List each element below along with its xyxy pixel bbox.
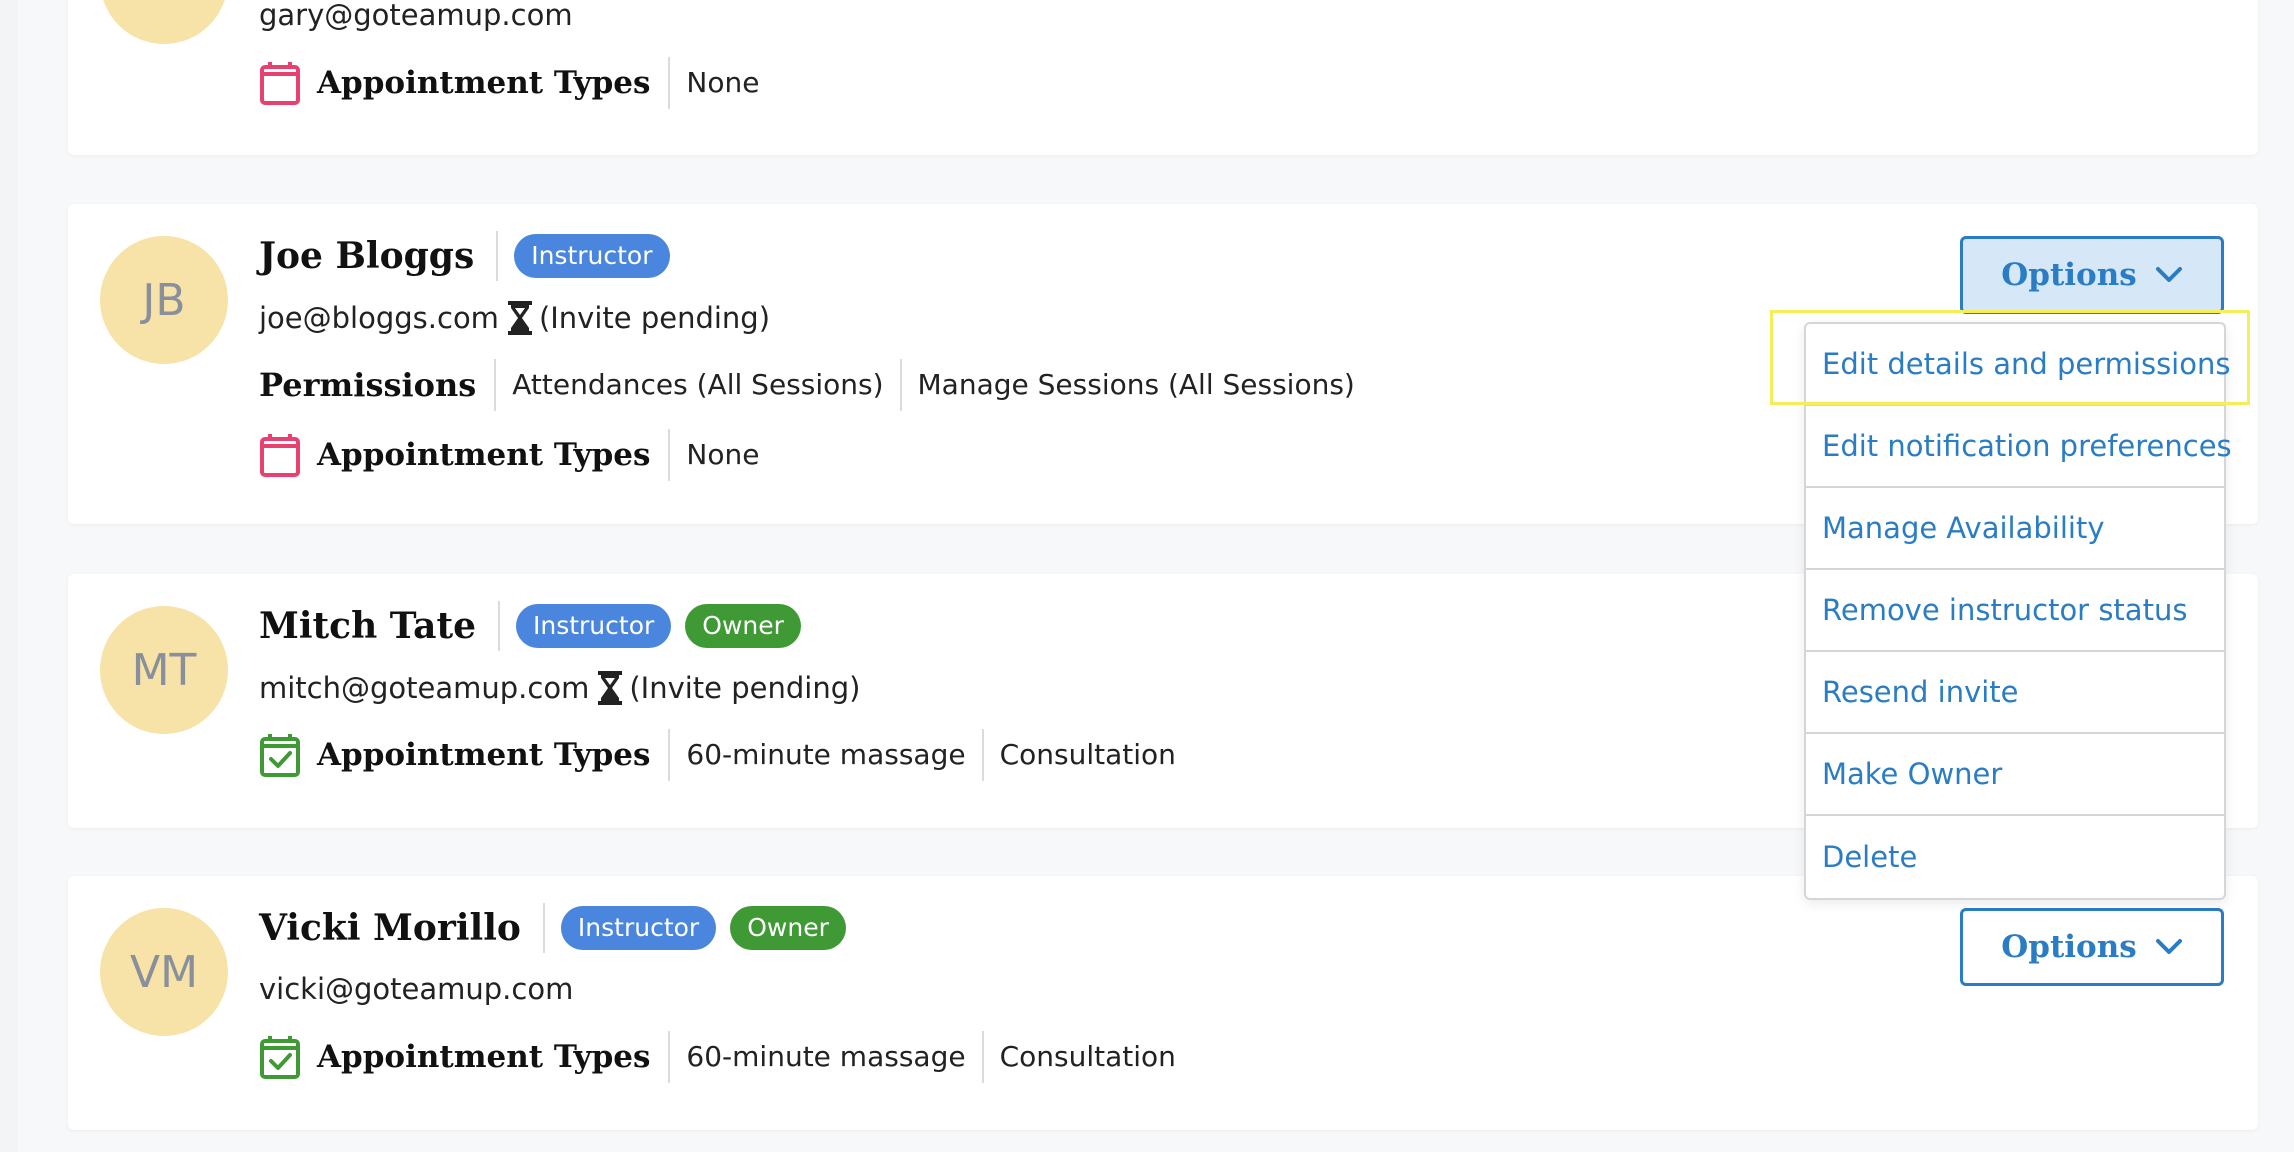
menu-item-remove-instructor[interactable]: Remove instructor status (1806, 570, 2224, 652)
name-row: Vicki Morillo Instructor Owner (259, 902, 860, 954)
email-text: joe@bloggs.com (259, 301, 499, 335)
page: GC gary@goteamup.com Appointment Types N… (18, 0, 2294, 1152)
menu-item-delete[interactable]: Delete (1806, 816, 2224, 898)
permissions-label: Permissions (259, 359, 497, 411)
appointment-types-row: Appointment Types 60-minute massage Cons… (259, 729, 1208, 781)
options-dropdown-menu: Edit details and permissions Edit notifi… (1804, 322, 2232, 900)
member-name: Joe Bloggs (259, 231, 499, 281)
permission-value: Manage Sessions (All Sessions) (917, 368, 1355, 401)
hourglass-icon (507, 301, 532, 335)
calendar-icon (260, 62, 300, 105)
appointment-type-value: None (686, 438, 760, 471)
appointment-types-row: Appointment Types 60-minute massage Cons… (259, 1031, 1208, 1083)
avatar: JB (100, 236, 228, 364)
hourglass-icon (598, 671, 623, 705)
permission-value: Attendances (All Sessions) (512, 359, 902, 411)
chevron-down-icon (2155, 939, 2182, 954)
member-card-vicki-morillo: VM Vicki Morillo Instructor Owner vicki@… (68, 876, 2258, 1130)
avatar: GC (100, 0, 228, 44)
instructor-badge: Instructor (560, 906, 717, 950)
avatar: VM (100, 908, 228, 1036)
permissions-row: Permissions Attendances (All Sessions) M… (259, 359, 1387, 411)
appointment-types-label: Appointment Types (317, 729, 671, 781)
appointment-type-value: Consultation (999, 738, 1176, 771)
instructor-badge: Instructor (515, 604, 672, 648)
member-email: vicki@goteamup.com (259, 972, 573, 1006)
menu-item-resend-invite[interactable]: Resend invite (1806, 652, 2224, 734)
member-email: mitch@goteamup.com (Invite pending) (259, 670, 860, 706)
invite-status: (Invite pending) (538, 301, 771, 335)
email-text: gary@goteamup.com (259, 0, 573, 32)
appointment-type-value: Consultation (999, 1040, 1176, 1073)
owner-badge: Owner (685, 604, 801, 648)
options-label: Options (2001, 929, 2137, 965)
invite-status: (Invite pending) (629, 671, 861, 705)
member-card-gary: GC gary@goteamup.com Appointment Types N… (68, 0, 2258, 155)
email-text: mitch@goteamup.com (259, 671, 590, 705)
avatar: MT (100, 606, 228, 734)
appointment-types-label: Appointment Types (317, 1031, 671, 1083)
avatar-initials: GC (132, 0, 197, 6)
menu-item-edit-notifications[interactable]: Edit notification preferences (1806, 406, 2232, 488)
avatar-initials: MT (131, 644, 197, 696)
options-button[interactable]: Options (1960, 908, 2224, 986)
email-text: vicki@goteamup.com (259, 972, 574, 1006)
menu-item-make-owner[interactable]: Make Owner (1806, 734, 2224, 816)
member-name: Vicki Morillo (259, 903, 545, 953)
appointment-types-row: Appointment Types None (259, 57, 791, 109)
appointment-types-label: Appointment Types (317, 429, 671, 481)
name-row: Joe Bloggs Instructor (259, 230, 684, 282)
appointment-type-value: 60-minute massage (686, 729, 984, 781)
calendar-icon (260, 434, 300, 477)
avatar-initials: JB (142, 274, 186, 326)
appointment-types-label: Appointment Types (317, 57, 671, 109)
appointment-type-value: None (686, 66, 760, 99)
appointment-type-value: 60-minute massage (686, 1031, 984, 1083)
name-row: Mitch Tate Instructor Owner (259, 600, 815, 652)
calendar-check-icon (260, 734, 300, 777)
menu-item-edit-details[interactable]: Edit details and permissions (1806, 324, 2230, 406)
member-email: joe@bloggs.com (Invite pending) (259, 300, 770, 336)
chevron-down-icon (2155, 267, 2182, 282)
menu-item-manage-availability[interactable]: Manage Availability (1806, 488, 2224, 570)
member-name: Mitch Tate (259, 601, 500, 651)
owner-badge: Owner (730, 906, 846, 950)
options-label: Options (2001, 257, 2137, 293)
avatar-initials: VM (129, 946, 199, 998)
appointment-types-row: Appointment Types None (259, 429, 791, 481)
options-button[interactable]: Options (1960, 236, 2224, 314)
instructor-badge: Instructor (514, 234, 670, 278)
member-email: gary@goteamup.com (259, 0, 573, 32)
calendar-check-icon (260, 1036, 300, 1079)
